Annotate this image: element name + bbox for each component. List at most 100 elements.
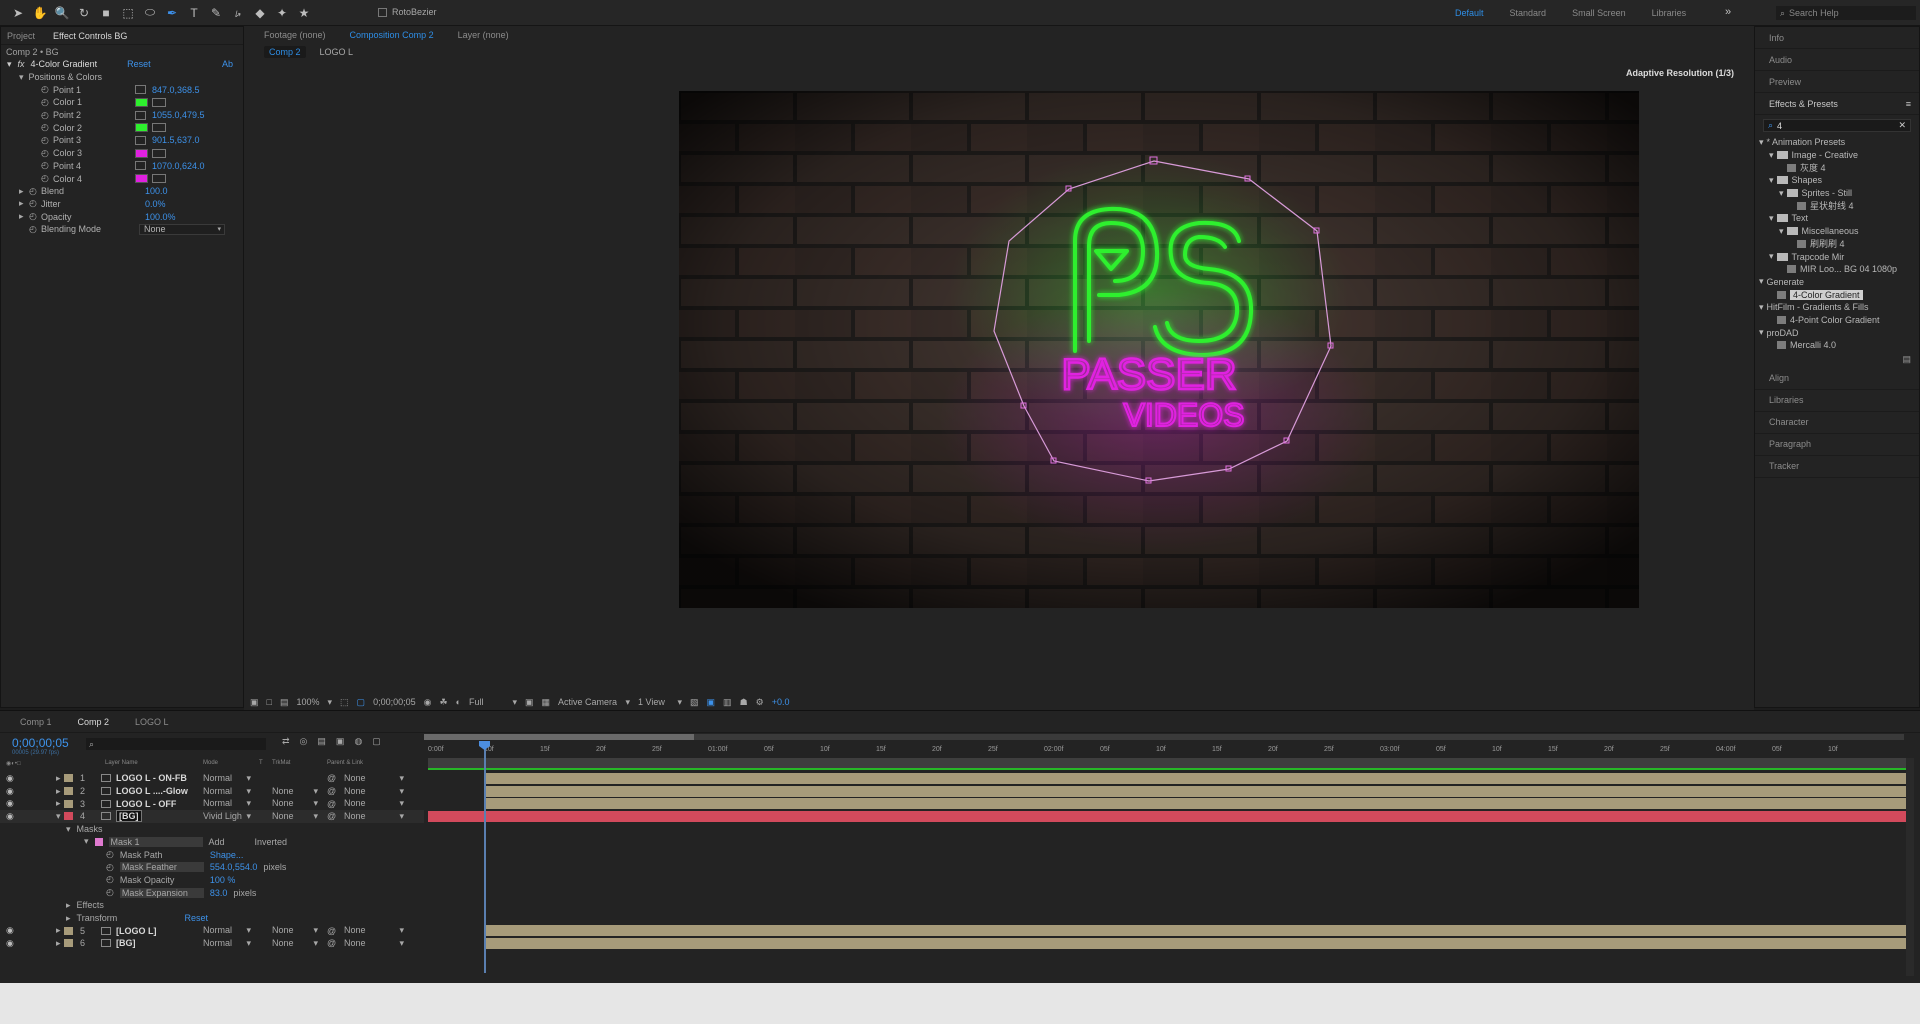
eraser-tool-icon[interactable]: ◆ [250, 3, 270, 23]
graph-editor-icon[interactable]: ▢ [372, 736, 381, 747]
blend-row[interactable]: ▸ ◴ Blend 100.0 [1, 185, 243, 198]
chevron-down-icon[interactable]: ▾ [1759, 327, 1764, 338]
collapse-arrow-icon[interactable]: ▾ [19, 72, 24, 83]
preset-tree-item[interactable]: ▾ Shapes [1759, 174, 1919, 187]
mask-prop-value[interactable]: 554.0,554.0 [210, 862, 258, 872]
effect-row-color-2[interactable]: ◴ Color 2 [1, 121, 243, 134]
label-color-swatch[interactable] [64, 799, 73, 808]
crosshair-icon[interactable] [135, 85, 146, 95]
layer-mode-dropdown[interactable]: Normal ▾ [203, 925, 251, 936]
tab-layer[interactable]: Layer (none) [458, 30, 509, 40]
chevron-down-icon[interactable]: ▾ [1779, 188, 1784, 199]
mask-row[interactable]: ▾ Mask 1 Add Inverted [0, 836, 424, 849]
toggle-pixel-aspect-icon[interactable]: ▧ [690, 697, 699, 708]
preset-tree-item[interactable]: ▾ Trapcode Mir [1759, 250, 1919, 263]
parent-pickwhip-icon[interactable]: @ [327, 926, 336, 936]
timeline-icon[interactable]: ▥ [723, 697, 732, 708]
panel-tracker[interactable]: Tracker [1755, 456, 1919, 478]
resolution-dropdown[interactable]: Full ▾ [469, 697, 517, 708]
selection-tool-icon[interactable]: ➤ [8, 3, 28, 23]
color-swatch[interactable] [135, 174, 148, 184]
reset-link[interactable]: Reset [127, 59, 151, 69]
point-value[interactable]: 847.0,368.5 [152, 85, 200, 95]
preset-tree-item[interactable]: ▾ Image - Creative [1759, 149, 1919, 162]
color-swatch[interactable] [135, 148, 148, 158]
expand-arrow-icon[interactable]: ▸ [19, 186, 29, 197]
panel-paragraph[interactable]: Paragraph [1755, 434, 1919, 456]
preset-tree-item[interactable]: 星状射线 4 [1759, 199, 1919, 212]
trkmat-dropdown[interactable]: None ▾ [272, 938, 318, 949]
mask-prop-value[interactable]: 100 % [210, 875, 236, 885]
eye-icon[interactable]: ◉ [6, 786, 14, 797]
mask-visibility-icon[interactable]: □ [267, 697, 272, 707]
panel-preview[interactable]: Preview [1755, 71, 1919, 93]
panel-align[interactable]: Align [1755, 368, 1919, 390]
zoom-tool-icon[interactable]: 🔍 [52, 3, 72, 23]
preset-tree-item[interactable]: ▾ Miscellaneous [1759, 225, 1919, 238]
camera-tool-icon[interactable]: ■ [96, 3, 116, 23]
chevron-down-icon[interactable]: ▾ [66, 824, 71, 835]
stopwatch-icon[interactable]: ◴ [29, 198, 41, 209]
expand-arrow-icon[interactable]: ▸ [56, 938, 61, 949]
stopwatch-icon[interactable]: ◴ [41, 110, 53, 121]
exposure-icon[interactable]: ⚙ [756, 697, 764, 708]
clear-search-icon[interactable]: ✕ [1898, 120, 1906, 131]
zoom-dropdown[interactable]: 100% [296, 697, 319, 707]
effect-row-point-1[interactable]: ◴ Point 1 847.0,368.5 [1, 83, 243, 96]
expand-arrow-icon[interactable]: ▸ [56, 773, 61, 784]
parent-dropdown[interactable]: None ▾ [344, 938, 404, 949]
preset-tree-item[interactable]: 刷刷刷 4 [1759, 238, 1919, 251]
preset-tree-item[interactable]: 4-Color Gradient [1759, 288, 1919, 301]
mask-property-row[interactable]: ◴ Mask Feather 554.0,554.0 pixels [0, 861, 424, 874]
layer-duration-bar[interactable] [428, 811, 1906, 823]
parent-pickwhip-icon[interactable]: @ [327, 773, 336, 783]
collapse-arrow-icon[interactable]: ▾ [7, 59, 12, 70]
chevron-down-icon[interactable]: ▾ [1769, 251, 1774, 262]
mask-color-swatch[interactable] [94, 837, 103, 846]
parent-dropdown[interactable]: None ▾ [344, 925, 404, 936]
tab-comp2[interactable]: Comp 2 [78, 717, 110, 727]
eye-icon[interactable]: ◉ [6, 925, 14, 936]
tab-logo-l[interactable]: LOGO L [135, 717, 169, 727]
label-color-swatch[interactable] [64, 939, 73, 948]
crosshair-icon[interactable] [135, 161, 146, 171]
mask-prop-value[interactable]: Shape... [210, 850, 244, 860]
masks-group-row[interactable]: ▾ Masks [0, 823, 424, 836]
jitter-value[interactable]: 0.0% [145, 199, 166, 209]
preset-tree-item[interactable]: ▾ Text [1759, 212, 1919, 225]
mask-prop-value[interactable]: 83.0 [210, 888, 228, 898]
pen-tool-icon[interactable]: ✒ [162, 3, 182, 23]
eye-icon[interactable]: ◉ [6, 811, 14, 822]
stopwatch-icon[interactable]: ◴ [106, 887, 114, 898]
roto-brush-tool-icon[interactable]: ✦ [272, 3, 292, 23]
search-help-field[interactable]: ⌕ Search Help [1776, 6, 1916, 20]
effect-row-point-3[interactable]: ◴ Point 3 901.5,637.0 [1, 134, 243, 147]
expand-arrow-icon[interactable]: ▸ [66, 900, 71, 911]
parent-dropdown[interactable]: None ▾ [344, 811, 404, 822]
tab-effect-controls[interactable]: Effect Controls BG [53, 31, 127, 41]
effect-row-color-1[interactable]: ◴ Color 1 [1, 96, 243, 109]
chevron-down-icon[interactable]: ▾ [1769, 175, 1774, 186]
mask-toggle-icon[interactable]: ▢ [357, 697, 366, 708]
panel-info[interactable]: Info [1755, 27, 1919, 49]
label-color-swatch[interactable] [64, 812, 73, 821]
composition-canvas[interactable]: PASSER VIDEOS [679, 91, 1639, 608]
layer-mode-dropdown[interactable]: Normal ▾ [203, 798, 251, 809]
parent-pickwhip-icon[interactable]: @ [327, 786, 336, 796]
point-value[interactable]: 901.5,637.0 [152, 135, 200, 145]
expand-arrow-icon[interactable]: ▾ [56, 811, 61, 822]
col-trkmat[interactable]: TrkMat [272, 760, 290, 766]
chevron-down-icon[interactable]: ▾ [84, 836, 89, 847]
effect-row-point-4[interactable]: ◴ Point 4 1070.0,624.0 [1, 160, 243, 173]
point-value[interactable]: 1055.0,479.5 [152, 110, 205, 120]
camera-dropdown[interactable]: Active Camera ▾ [558, 697, 630, 708]
mask-name[interactable]: Mask 1 [108, 836, 203, 847]
workspace-default[interactable]: Default [1455, 8, 1484, 18]
preset-tree-item[interactable]: ▾ HitFilm - Gradients & Fills [1759, 301, 1919, 314]
stopwatch-icon[interactable]: ◴ [29, 224, 41, 235]
puppet-tool-icon[interactable]: ★ [294, 3, 314, 23]
layer-mode-dropdown[interactable]: Normal ▾ [203, 938, 251, 949]
preset-tree-item[interactable]: 4-Point Color Gradient [1759, 314, 1919, 327]
eyedropper-icon[interactable] [152, 174, 166, 184]
parent-dropdown[interactable]: None ▾ [344, 786, 404, 797]
